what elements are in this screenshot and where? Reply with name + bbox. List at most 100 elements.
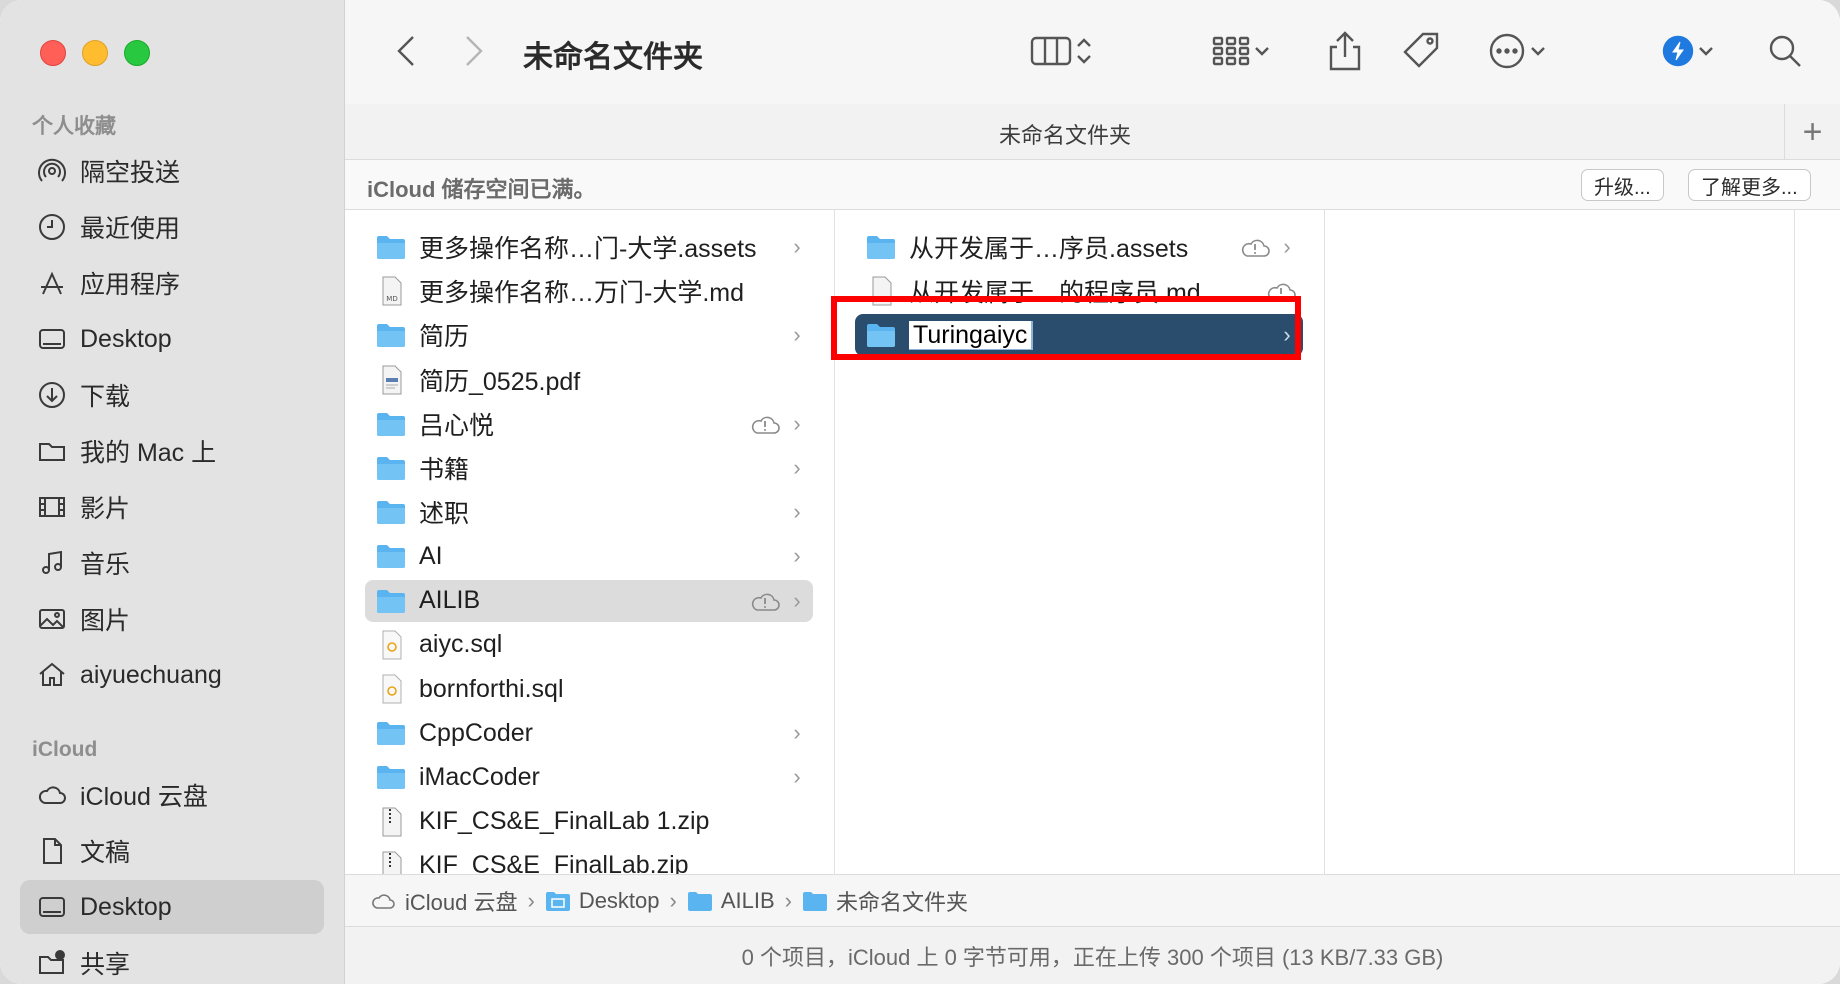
- cloud-icon: [36, 779, 68, 811]
- item-name: 更多操作名称…万门-大学.md: [419, 273, 813, 309]
- forward-button[interactable]: [461, 28, 487, 74]
- item-name: 从开发属于…序员.assets: [909, 229, 1239, 265]
- zoom-button[interactable]: [124, 40, 150, 66]
- sidebar-item-downloads[interactable]: 下载: [20, 368, 324, 422]
- tab-current[interactable]: 未命名文件夹: [345, 118, 1785, 150]
- item-name-text: 更多操作名称…万门-大学.md: [419, 279, 745, 308]
- upgrade-button[interactable]: 升级...: [1581, 169, 1664, 201]
- sidebar-item-movies[interactable]: 影片: [20, 480, 324, 534]
- back-button[interactable]: [393, 28, 419, 74]
- list-item[interactable]: 简历_0525.pdf: [365, 359, 813, 401]
- folder-icon: [377, 589, 405, 613]
- tag-icon: [1403, 32, 1439, 68]
- sidebar-item-icloud-desktop[interactable]: Desktop: [20, 880, 324, 934]
- desktop-icon: [36, 323, 68, 355]
- chevron-down-icon: [1531, 47, 1545, 56]
- share-button[interactable]: [1325, 28, 1365, 74]
- zip-file-icon: [382, 851, 402, 874]
- learn-more-button[interactable]: 了解更多...: [1688, 169, 1811, 201]
- photo-icon: [36, 603, 68, 635]
- list-item[interactable]: aiyc.sql: [365, 624, 813, 666]
- favorites-section-title: 个人收藏: [32, 115, 116, 138]
- folder-icon: [377, 722, 405, 746]
- breadcrumb-item[interactable]: 未命名文件夹: [802, 885, 968, 917]
- column-1: 更多操作名称…门-大学.assets › MD 更多操作名称…万门-大学.md 简历 › 简…: [345, 210, 835, 874]
- new-tab-button[interactable]: +: [1784, 104, 1840, 160]
- list-item[interactable]: 述职 ›: [365, 491, 813, 533]
- chevron-right-icon: ›: [793, 322, 801, 348]
- list-item[interactable]: 吕心悦 ›: [365, 403, 813, 445]
- view-mode-button[interactable]: [1029, 28, 1095, 74]
- sidebar-item-pictures[interactable]: 图片: [20, 592, 324, 646]
- sidebar-item-icloud-drive[interactable]: iCloud 云盘: [20, 768, 324, 822]
- item-name-text: 简历: [419, 323, 470, 352]
- sidebar-item-documents[interactable]: 文稿: [20, 824, 324, 878]
- sidebar-item-shared[interactable]: 共享: [20, 936, 324, 984]
- extension-button[interactable]: [1661, 28, 1717, 74]
- close-button[interactable]: [40, 40, 66, 66]
- breadcrumb-separator: ›: [784, 887, 792, 913]
- item-name-text: aiyc.sql: [419, 630, 503, 659]
- toolbar: 未命名文件夹: [345, 0, 1840, 104]
- folder-icon: [803, 891, 827, 911]
- sidebar-item-airdrop[interactable]: 隔空投送: [20, 144, 324, 198]
- pdf-file-icon: [382, 365, 402, 395]
- chevron-right-icon: ›: [793, 410, 801, 436]
- svg-text:MD: MD: [386, 295, 397, 303]
- folder-icon: [377, 501, 405, 525]
- breadcrumb-separator: ›: [527, 887, 535, 913]
- minimize-button[interactable]: [82, 40, 108, 66]
- ellipsis-circle-icon: [1489, 33, 1525, 69]
- breadcrumb-separator: ›: [669, 887, 677, 913]
- shared-folder-icon: [36, 947, 68, 979]
- sidebar-item-recents[interactable]: 最近使用: [20, 200, 324, 254]
- list-item[interactable]: AILIB ›: [365, 579, 813, 622]
- sidebar: 个人收藏 隔空投送 最近使用 应用程序 Desktop 下载 我的 Mac 上 …: [0, 0, 345, 984]
- list-item[interactable]: bornforthi.sql: [365, 668, 813, 710]
- list-item[interactable]: 书籍 ›: [365, 447, 813, 489]
- list-item[interactable]: CppCoder ›: [365, 712, 813, 754]
- group-button[interactable]: [1211, 28, 1273, 74]
- item-name: iMacCoder: [419, 763, 787, 792]
- breadcrumb-item[interactable]: AILIB: [687, 888, 775, 914]
- sidebar-item-on-my-mac[interactable]: 我的 Mac 上: [20, 424, 324, 478]
- sidebar-item-applications[interactable]: 应用程序: [20, 256, 324, 310]
- columns-view-icon: [1030, 36, 1072, 66]
- extension-bolt-icon: [1662, 35, 1694, 67]
- list-item[interactable]: MD 更多操作名称…万门-大学.md: [365, 270, 813, 312]
- list-item[interactable]: 从开发属于…序员.assets ›: [855, 226, 1303, 268]
- breadcrumb-item[interactable]: iCloud 云盘: [371, 885, 517, 917]
- search-button[interactable]: [1765, 28, 1805, 74]
- up-down-chevron-icon: [1077, 38, 1091, 64]
- breadcrumb-item[interactable]: Desktop: [545, 888, 660, 914]
- folder-icon: [687, 891, 712, 911]
- highlight-box: [831, 296, 1301, 360]
- item-name-text: KIF_CS&E_FinalLab.zip: [419, 851, 689, 874]
- list-item[interactable]: KIF_CS&E_FinalLab.zip: [365, 845, 813, 874]
- chevron-right-icon: ›: [793, 499, 801, 525]
- list-item[interactable]: 简历 ›: [365, 314, 813, 356]
- sidebar-item-desktop[interactable]: Desktop: [20, 312, 324, 366]
- sidebar-item-label: 影片: [80, 495, 131, 523]
- path-bar: iCloud 云盘 › Desktop › AILIB › 未命名文件夹: [345, 874, 1840, 926]
- icloud-section-title: iCloud: [32, 738, 98, 761]
- tags-button[interactable]: [1401, 28, 1443, 74]
- window-controls: [40, 40, 150, 66]
- list-item[interactable]: 更多操作名称…门-大学.assets ›: [365, 226, 813, 268]
- item-name-text: CppCoder: [419, 718, 533, 747]
- sidebar-item-label: 应用程序: [80, 271, 181, 299]
- sidebar-item-home[interactable]: aiyuechuang: [20, 648, 324, 702]
- item-name-text: iMacCoder: [419, 762, 540, 791]
- chevron-right-icon: [466, 36, 483, 66]
- list-item[interactable]: AI ›: [365, 535, 813, 577]
- sidebar-item-label: 文稿: [80, 839, 131, 867]
- folder-icon: [36, 435, 68, 467]
- list-item[interactable]: KIF_CS&E_FinalLab 1.zip: [365, 801, 813, 843]
- folder-icon: [377, 766, 405, 790]
- more-actions-button[interactable]: [1487, 28, 1549, 74]
- item-name: 述职: [419, 494, 787, 530]
- item-name-text: KIF_CS&E_FinalLab 1.zip: [419, 807, 710, 836]
- download-icon: [36, 379, 68, 411]
- list-item[interactable]: iMacCoder ›: [365, 756, 813, 798]
- sidebar-item-music[interactable]: 音乐: [20, 536, 324, 590]
